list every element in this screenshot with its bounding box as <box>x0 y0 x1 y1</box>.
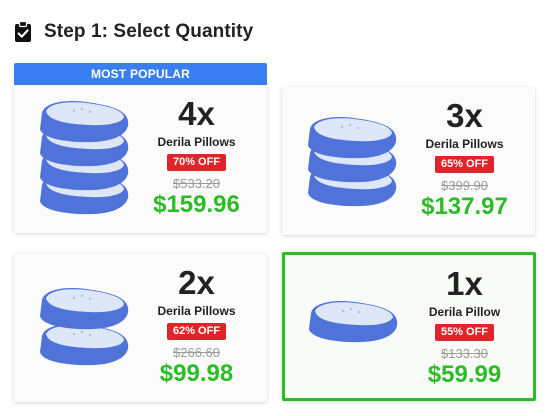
clipboard-check-icon <box>15 21 31 42</box>
pillow-stack-image <box>34 282 136 383</box>
discount-badge: 65% OFF <box>434 156 495 173</box>
sale-price: $137.97 <box>421 193 508 220</box>
option-card-3x[interactable]: 3x Derila Pillows 65% OFF $399.90 $137.9… <box>282 87 535 235</box>
option-card-4x[interactable]: 4x Derila Pillows 70% OFF $533.20 $159.9… <box>14 85 267 233</box>
product-name: Derila Pillows <box>157 304 236 318</box>
pillow-stack-image <box>34 99 136 224</box>
option-info: 1x Derila Pillow 55% OFF $133.30 $59.99 <box>407 255 522 388</box>
original-price: $533.20 <box>173 176 220 191</box>
product-name: Derila Pillows <box>157 135 236 149</box>
quantity-label: 3x <box>446 97 483 134</box>
most-popular-banner: MOST POPULAR <box>14 63 267 85</box>
original-price: $266.60 <box>173 345 220 360</box>
discount-badge: 70% OFF <box>166 154 227 171</box>
pillow-image <box>303 297 405 354</box>
sale-price: $59.99 <box>427 361 502 388</box>
product-name: Derila Pillow <box>428 305 501 319</box>
option-info: 3x Derila Pillows 65% OFF $399.90 $137.9… <box>407 87 522 220</box>
quantity-label: 2x <box>178 264 215 301</box>
option-card-2x[interactable]: 2x Derila Pillows 62% OFF $266.60 $99.98 <box>14 254 267 402</box>
option-info: 4x Derila Pillows 70% OFF $533.20 $159.9… <box>139 85 254 218</box>
quantity-label: 4x <box>178 95 215 132</box>
step-header: Step 1: Select Quantity <box>14 20 253 44</box>
discount-badge: 55% OFF <box>434 324 495 341</box>
original-price: $133.30 <box>441 346 488 361</box>
pillow-stack-image <box>302 115 404 216</box>
original-price: $399.90 <box>441 178 488 193</box>
sale-price: $99.98 <box>159 360 234 387</box>
sale-price: $159.96 <box>153 191 240 218</box>
option-info: 2x Derila Pillows 62% OFF $266.60 $99.98 <box>139 254 254 387</box>
step-title: Step 1: Select Quantity <box>44 21 254 42</box>
option-card-1x[interactable]: 1x Derila Pillow 55% OFF $133.30 $59.99 <box>282 252 536 401</box>
product-name: Derila Pillows <box>425 137 504 151</box>
quantity-label: 1x <box>446 265 483 302</box>
discount-badge: 62% OFF <box>166 323 227 340</box>
